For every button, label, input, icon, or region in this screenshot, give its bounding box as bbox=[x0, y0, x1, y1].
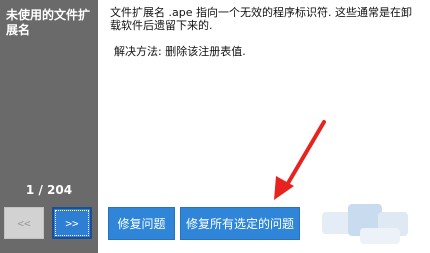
next-button[interactable]: >> bbox=[52, 207, 92, 239]
previous-button[interactable]: << bbox=[4, 207, 44, 239]
issue-category-title: 未使用的文件扩展名 bbox=[6, 8, 91, 37]
issue-detail-panel: 文件扩展名 .ape 指向一个无效的程序标识符. 这些通常是在卸载软件后遗留下来… bbox=[98, 0, 430, 253]
issue-counter: 1 / 204 bbox=[25, 183, 73, 197]
red-arrow-icon bbox=[274, 120, 326, 200]
sidebar: 未使用的文件扩展名 1 / 204 << >> bbox=[0, 0, 98, 253]
